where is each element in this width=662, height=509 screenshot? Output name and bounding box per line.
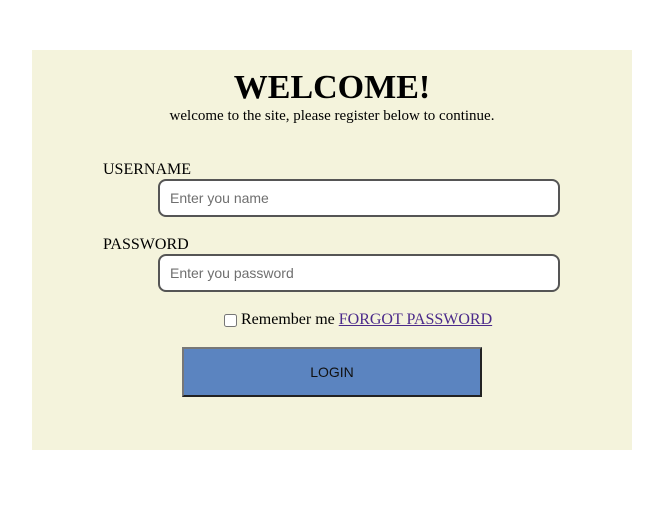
login-button[interactable]: LOGIN — [182, 347, 482, 397]
password-input[interactable] — [158, 254, 560, 292]
remember-row: Remember me FORGOT PASSWORD — [224, 309, 492, 331]
username-label: USERNAME — [103, 161, 192, 178]
page-subtitle: welcome to the site, please register bel… — [169, 108, 495, 124]
remember-checkbox[interactable] — [224, 313, 237, 327]
username-input[interactable] — [158, 179, 560, 217]
page-title: WELCOME! — [233, 69, 431, 106]
login-panel: WELCOME! welcome to the site, please reg… — [32, 50, 632, 450]
remember-label: Remember me — [241, 311, 335, 328]
password-label: PASSWORD — [103, 236, 189, 253]
forgot-password-link[interactable]: FORGOT PASSWORD — [339, 311, 492, 329]
